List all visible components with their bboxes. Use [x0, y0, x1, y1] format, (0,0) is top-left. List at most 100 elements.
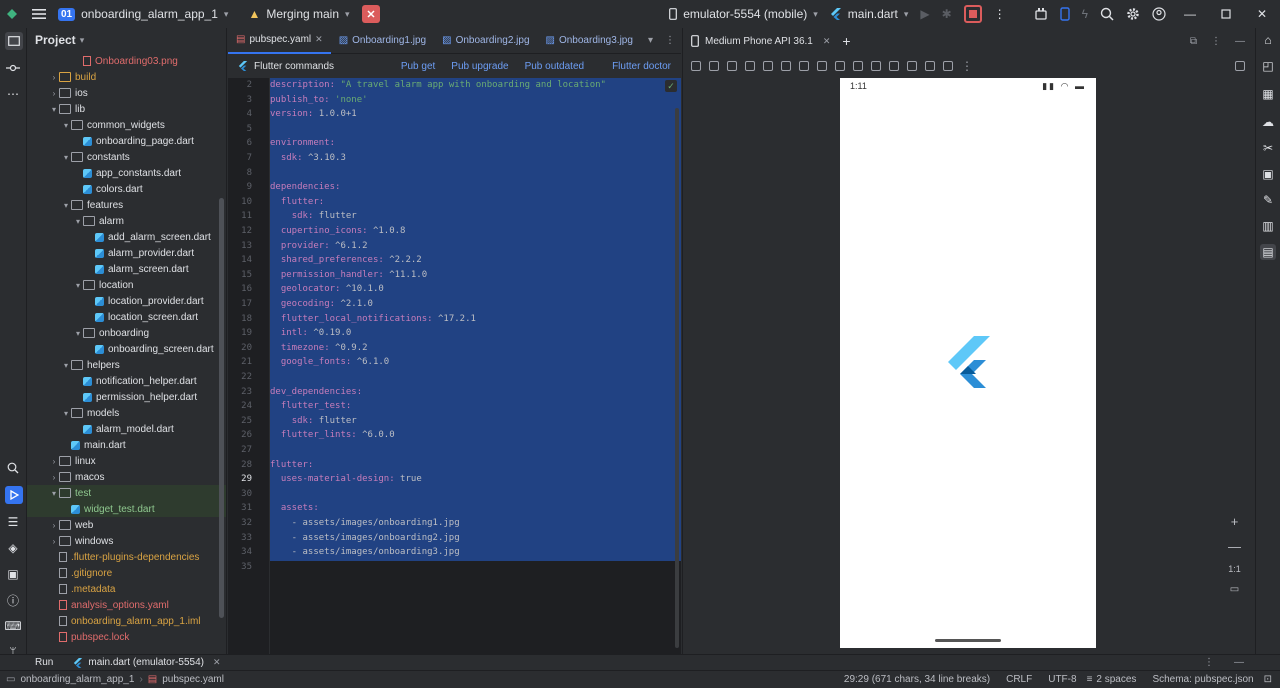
- run-icon[interactable]: ▶: [914, 0, 935, 28]
- fit-screen-icon[interactable]: ▭: [1230, 584, 1239, 595]
- tree-folder[interactable]: › windows: [27, 533, 226, 549]
- fold-icon[interactable]: [835, 61, 845, 71]
- tree-file[interactable]: app_constants.dart: [27, 165, 226, 181]
- plugin-icon[interactable]: [1028, 0, 1054, 28]
- tree-file[interactable]: location_screen.dart: [27, 309, 226, 325]
- tree-folder[interactable]: › build: [27, 69, 226, 85]
- chevron-right-icon[interactable]: ›: [49, 457, 59, 466]
- screen-record-icon[interactable]: [889, 61, 899, 71]
- problems-icon[interactable]: ⓘ: [5, 592, 21, 608]
- chevron-right-icon[interactable]: ›: [49, 537, 59, 546]
- tree-file[interactable]: onboarding_alarm_app_1.iml: [27, 613, 226, 629]
- layout-inspector-icon[interactable]: ▥: [1260, 218, 1276, 234]
- chevron-down-icon[interactable]: ▾: [49, 489, 59, 498]
- pub-upgrade-link[interactable]: Pub upgrade: [451, 61, 508, 72]
- tree-file[interactable]: Onboarding03.png: [27, 53, 226, 69]
- tab-onboarding2[interactable]: ▨ Onboarding2.jpg: [434, 28, 537, 54]
- tree-folder[interactable]: › linux: [27, 453, 226, 469]
- power-icon[interactable]: [691, 61, 701, 71]
- zoom-ratio-button[interactable]: 1:1: [1228, 564, 1241, 574]
- emulator-tab[interactable]: Medium Phone API 36.1 ✕: [691, 35, 830, 47]
- tree-file[interactable]: onboarding_screen.dart: [27, 341, 226, 357]
- tree-file[interactable]: alarm_provider.dart: [27, 245, 226, 261]
- tab-onboarding3[interactable]: ▨ Onboarding3.jpg: [538, 28, 641, 54]
- close-icon[interactable]: ✕: [315, 34, 323, 45]
- tab-pubspec[interactable]: ▤ pubspec.yaml ✕: [228, 28, 331, 54]
- chevron-down-icon[interactable]: ▾: [61, 361, 71, 370]
- no-problems-check-icon[interactable]: ✓: [665, 80, 677, 92]
- run-more-icon[interactable]: ⋮: [1204, 657, 1214, 668]
- chevron-down-icon[interactable]: ▾: [73, 217, 83, 226]
- mirror-icon[interactable]: [853, 61, 863, 71]
- chevron-right-icon[interactable]: ›: [49, 521, 59, 530]
- chevron-right-icon[interactable]: ›: [49, 473, 59, 482]
- project-switcher[interactable]: 01 onboarding_alarm_app_1 ▾: [52, 0, 234, 28]
- vcs-widget[interactable]: ▲ Merging main ▾: [242, 0, 355, 28]
- widget-preview-icon[interactable]: ▣: [1260, 166, 1276, 182]
- tabs-dropdown-icon[interactable]: ▾: [642, 35, 659, 46]
- file-encoding[interactable]: UTF-8: [1048, 674, 1076, 685]
- tree-file[interactable]: onboarding_page.dart: [27, 133, 226, 149]
- panel-more-icon[interactable]: ⋮: [1211, 36, 1221, 47]
- tree-file[interactable]: .metadata: [27, 581, 226, 597]
- terminal-icon[interactable]: ▣: [5, 566, 21, 582]
- running-devices-icon[interactable]: ▤: [1260, 244, 1276, 260]
- project-scrollbar[interactable]: [219, 198, 224, 618]
- tree-file[interactable]: pubspec.lock: [27, 629, 226, 645]
- chevron-down-icon[interactable]: ▾: [73, 329, 83, 338]
- device-explorer-icon[interactable]: ▦: [1260, 86, 1276, 102]
- tree-file[interactable]: analysis_options.yaml: [27, 597, 226, 613]
- overview-icon[interactable]: [817, 61, 827, 71]
- caret-position[interactable]: 29:29 (671 chars, 34 line breaks): [844, 674, 990, 685]
- edit-icon[interactable]: ✎: [1260, 192, 1276, 208]
- chevron-down-icon[interactable]: ▾: [61, 409, 71, 418]
- maximize-window-button[interactable]: [1208, 0, 1244, 28]
- tree-folder[interactable]: ▾ helpers: [27, 357, 226, 373]
- tab-onboarding1[interactable]: ▨ Onboarding1.jpg: [331, 28, 434, 54]
- debug-icon[interactable]: ✱: [936, 0, 958, 28]
- chevron-down-icon[interactable]: ▾: [61, 153, 71, 162]
- account-icon[interactable]: [1146, 0, 1172, 28]
- tree-file[interactable]: alarm_model.dart: [27, 421, 226, 437]
- search-icon[interactable]: [1094, 0, 1120, 28]
- home-gesture-bar[interactable]: [935, 639, 1001, 642]
- chevron-down-icon[interactable]: ▾: [61, 201, 71, 210]
- json-schema[interactable]: Schema: pubspec.json: [1152, 674, 1253, 685]
- gradle-icon[interactable]: ◰: [1260, 58, 1276, 74]
- tree-file[interactable]: add_alarm_screen.dart: [27, 229, 226, 245]
- ai-assistant-icon[interactable]: ☁: [1260, 114, 1276, 130]
- home-icon[interactable]: [799, 61, 809, 71]
- breadcrumb-file[interactable]: pubspec.yaml: [162, 674, 224, 685]
- pub-outdated-link[interactable]: Pub outdated: [525, 61, 585, 72]
- hot-reload-icon[interactable]: ϟ: [1076, 0, 1094, 28]
- abort-merge-button[interactable]: [361, 5, 380, 23]
- tree-folder[interactable]: › ios: [27, 85, 226, 101]
- lock-icon[interactable]: ⊡: [1264, 674, 1272, 685]
- tree-folder[interactable]: ▾ test: [27, 485, 226, 501]
- run-tab[interactable]: Run: [35, 657, 53, 668]
- chevron-down-icon[interactable]: ▾: [61, 121, 71, 130]
- chevron-down-icon[interactable]: ▾: [73, 281, 83, 290]
- volume-down-icon[interactable]: [727, 61, 737, 71]
- import-icon[interactable]: [925, 61, 935, 71]
- breadcrumb-project[interactable]: onboarding_alarm_app_1: [20, 674, 134, 685]
- run-config-selector[interactable]: main.dart ▾: [824, 0, 915, 28]
- project-panel-header[interactable]: Project ▾: [27, 28, 226, 52]
- snapshot-icon[interactable]: [943, 61, 953, 71]
- tree-folder[interactable]: › macos: [27, 469, 226, 485]
- device-frame-icon[interactable]: [1235, 61, 1245, 71]
- settings-gear-icon[interactable]: [1120, 0, 1146, 28]
- device-manager-icon[interactable]: [1054, 0, 1076, 28]
- chevron-down-icon[interactable]: ▾: [49, 105, 59, 114]
- tree-folder[interactable]: ▾ common_widgets: [27, 117, 226, 133]
- tree-file[interactable]: alarm_screen.dart: [27, 261, 226, 277]
- tree-folder[interactable]: ▾ location: [27, 277, 226, 293]
- tree-file[interactable]: .flutter-plugins-dependencies: [27, 549, 226, 565]
- project-folder-icon[interactable]: [5, 32, 23, 50]
- commit-icon[interactable]: [5, 60, 21, 76]
- tree-folder[interactable]: › web: [27, 517, 226, 533]
- add-device-icon[interactable]: +: [842, 33, 850, 49]
- tree-file[interactable]: .gitignore: [27, 565, 226, 581]
- zoom-in-button[interactable]: +: [1231, 514, 1239, 529]
- tree-file[interactable]: colors.dart: [27, 181, 226, 197]
